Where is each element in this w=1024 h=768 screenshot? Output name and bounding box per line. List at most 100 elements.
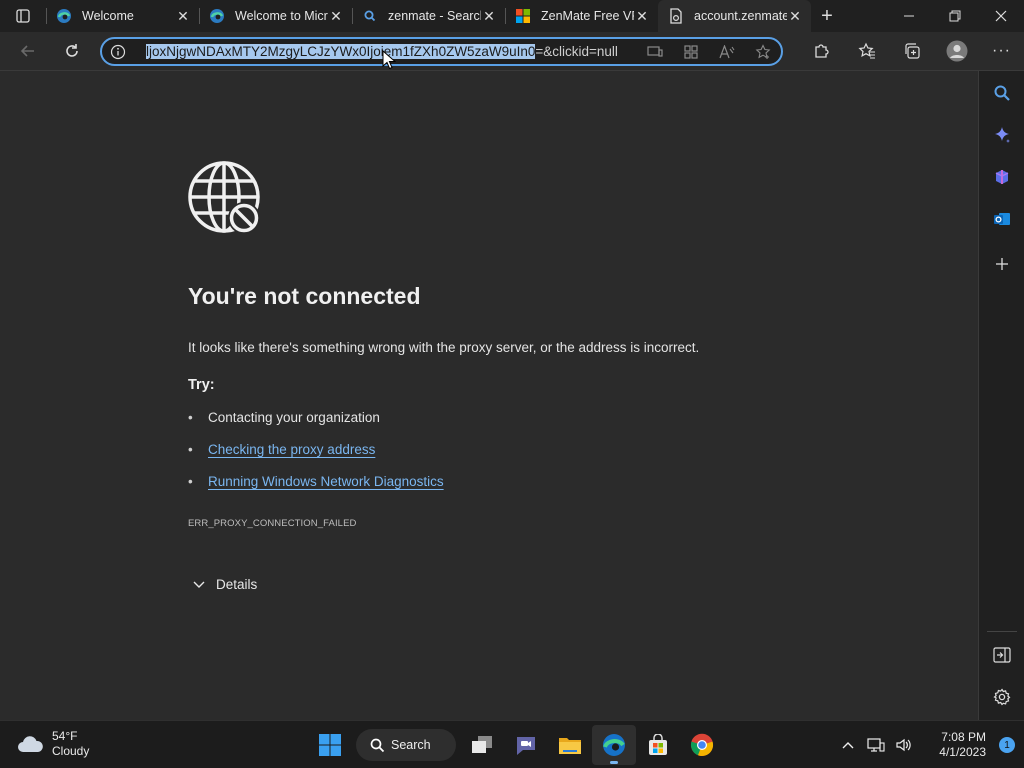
- task-view-button[interactable]: [460, 725, 504, 765]
- collections-button[interactable]: [889, 32, 934, 70]
- network-diagnostics-link[interactable]: Running Windows Network Diagnostics: [208, 474, 444, 489]
- taskbar-search-label: Search: [391, 738, 431, 752]
- weather-widget[interactable]: 54°F Cloudy: [16, 729, 89, 759]
- restore-icon: [949, 10, 961, 22]
- suggestion-contact-org: Contacting your organization: [208, 410, 380, 425]
- microsoft-store-icon: [515, 8, 531, 24]
- edge-taskbar-button[interactable]: [592, 725, 636, 765]
- taskbar-clock[interactable]: 7:08 PM 4/1/2023: [918, 730, 990, 760]
- settings-more-button[interactable]: ···: [979, 32, 1024, 70]
- refresh-button[interactable]: [54, 35, 90, 67]
- weather-temp: 54°F: [52, 729, 78, 743]
- restore-button[interactable]: [932, 0, 978, 32]
- page-title: You're not connected: [188, 283, 421, 309]
- app-available-icon[interactable]: [637, 45, 673, 59]
- show-hidden-icons-button[interactable]: [834, 741, 862, 749]
- clock-time: 7:08 PM: [941, 730, 986, 744]
- start-button[interactable]: [308, 725, 352, 765]
- weather-desc: Cloudy: [52, 744, 90, 758]
- file-explorer-button[interactable]: [548, 725, 592, 765]
- tab-search[interactable]: zenmate - Search ✕: [352, 0, 505, 32]
- microsoft-store-button[interactable]: [636, 725, 680, 765]
- sidebar-collapse-icon: [993, 647, 1011, 663]
- apps-icon[interactable]: [673, 44, 709, 59]
- page-error-icon: [668, 8, 684, 24]
- tab-title: Welcome: [82, 9, 134, 23]
- more-dots-icon: ···: [992, 42, 1011, 59]
- tab-zenmate[interactable]: ZenMate Free VPN ✕: [505, 0, 658, 32]
- minimize-button[interactable]: [886, 0, 932, 32]
- read-aloud-icon[interactable]: [709, 44, 745, 59]
- taskbar-apps: Search: [308, 725, 724, 765]
- mouse-cursor-icon: [382, 49, 397, 75]
- close-tab-icon[interactable]: ✕: [787, 8, 803, 24]
- url-selected-text: ljoxNjgwNDAxMTY2MzgyLCJzYWx0Ijoiem1fZXh0…: [146, 44, 536, 59]
- tab-account-zenmate[interactable]: account.zenmate.com ✕: [658, 0, 811, 32]
- plus-icon: +: [821, 4, 833, 27]
- tab-actions-icon: [16, 9, 30, 23]
- tab-title: Welcome to Microsoft Edge: [235, 9, 328, 23]
- tab-title: zenmate - Search: [388, 9, 481, 23]
- tab-title: account.zenmate.com: [694, 9, 787, 23]
- collections-icon: [904, 43, 920, 59]
- back-button[interactable]: [10, 35, 46, 67]
- tab-welcome-edge[interactable]: Welcome to Microsoft Edge ✕: [199, 0, 352, 32]
- network-icon[interactable]: [862, 737, 890, 753]
- close-tab-icon[interactable]: ✕: [328, 8, 344, 24]
- chat-icon: [517, 737, 535, 755]
- gear-icon: [993, 688, 1011, 706]
- list-item: • Checking the proxy address: [188, 442, 444, 474]
- chrome-icon: [690, 733, 714, 756]
- edge-sidebar: [978, 71, 1024, 720]
- tab-actions-button[interactable]: [0, 0, 46, 32]
- toolbar-right: ···: [799, 32, 1024, 70]
- globe-blocked-icon: [188, 161, 264, 242]
- profile-button[interactable]: [934, 32, 979, 70]
- sidebar-add-button[interactable]: [979, 249, 1024, 279]
- back-arrow-icon: [20, 45, 34, 57]
- window-controls: [886, 0, 1024, 32]
- new-tab-button[interactable]: +: [811, 0, 843, 32]
- list-item: • Running Windows Network Diagnostics: [188, 474, 444, 506]
- notification-badge: 1: [999, 737, 1015, 753]
- close-tab-icon[interactable]: ✕: [175, 8, 191, 24]
- notifications-button[interactable]: 1: [990, 737, 1024, 753]
- sidebar-shopping-button[interactable]: [979, 162, 1024, 192]
- browser-window: Welcome ✕ Welcome to Microsoft Edge ✕ ze…: [0, 0, 1024, 768]
- sidebar-copilot-button[interactable]: [979, 120, 1024, 150]
- edge-icon: [209, 8, 225, 24]
- close-window-button[interactable]: [978, 0, 1024, 32]
- check-proxy-link[interactable]: Checking the proxy address: [208, 442, 375, 457]
- sidebar-settings-button[interactable]: [979, 682, 1024, 712]
- favorites-button[interactable]: [844, 32, 889, 70]
- site-info-icon[interactable]: [102, 44, 134, 60]
- sidebar-search-button[interactable]: [979, 78, 1024, 108]
- edge-icon: [603, 734, 625, 756]
- edge-icon: [56, 8, 72, 24]
- task-view-icon: [472, 736, 492, 753]
- tab-welcome[interactable]: Welcome ✕: [46, 0, 199, 32]
- details-toggle[interactable]: Details: [192, 577, 257, 592]
- folder-icon: [559, 738, 581, 754]
- plus-icon: [996, 258, 1008, 270]
- address-bar[interactable]: ljoxNjgwNDAxMTY2MzgyLCJzYWx0Ijoiem1fZXh0…: [100, 37, 783, 66]
- hide-sidebar-button[interactable]: [979, 640, 1024, 670]
- tab-strip: Welcome ✕ Welcome to Microsoft Edge ✕ ze…: [0, 0, 1024, 32]
- favorites-star-icon: [857, 42, 875, 59]
- search-icon: [370, 738, 385, 752]
- taskbar-search[interactable]: Search: [356, 729, 456, 761]
- extensions-button[interactable]: [799, 32, 844, 70]
- bullet: •: [188, 410, 193, 425]
- close-tab-icon[interactable]: ✕: [481, 8, 497, 24]
- search-icon: [994, 85, 1010, 101]
- add-favorite-icon[interactable]: [745, 43, 781, 60]
- teams-chat-button[interactable]: [504, 725, 548, 765]
- sidebar-outlook-button[interactable]: [979, 204, 1024, 234]
- volume-icon[interactable]: [890, 737, 918, 753]
- close-tab-icon[interactable]: ✕: [634, 8, 650, 24]
- windows-logo-icon: [319, 734, 341, 756]
- chrome-button[interactable]: [680, 725, 724, 765]
- tab-separator: [199, 8, 200, 24]
- refresh-icon: [66, 44, 78, 57]
- search-icon: [362, 8, 378, 24]
